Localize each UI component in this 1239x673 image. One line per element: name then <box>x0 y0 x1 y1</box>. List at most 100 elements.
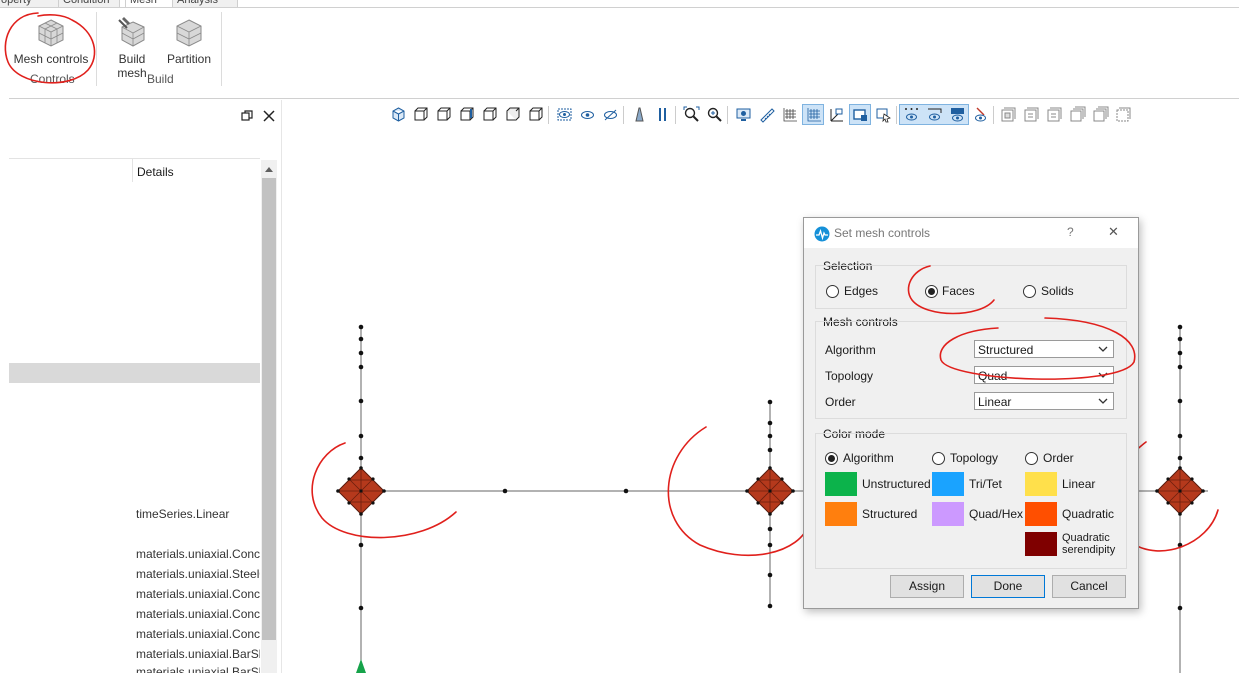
show-nodes-icon[interactable] <box>903 106 920 123</box>
swatch-tri-tet <box>932 472 964 496</box>
done-button[interactable]: Done <box>971 575 1045 598</box>
tree-row-detail: materials.uniaxial.Conc <box>136 547 260 561</box>
select-box-icon[interactable] <box>852 106 869 123</box>
assign-button[interactable]: Assign <box>890 575 964 598</box>
radio-color-order-label[interactable]: Order <box>1043 451 1074 465</box>
layer-icon-5[interactable] <box>1092 106 1109 123</box>
ribbon-divider <box>0 7 1239 8</box>
topology-label: Topology <box>825 369 874 383</box>
order-value: Linear <box>978 395 1012 409</box>
view-left-icon[interactable] <box>458 106 475 123</box>
view-bottom-icon[interactable] <box>527 106 544 123</box>
close-icon[interactable]: ✕ <box>1108 224 1119 240</box>
hide-icon[interactable] <box>602 106 619 123</box>
hammer-cube-icon <box>118 17 145 47</box>
toolbar-separator <box>548 106 549 124</box>
show-faces-icon[interactable] <box>949 106 966 123</box>
perspective-icon[interactable] <box>631 106 648 123</box>
legend-quadratic: Quadratic <box>1062 507 1115 521</box>
layer-icon-6[interactable] <box>1115 106 1132 123</box>
view-right-icon[interactable] <box>481 106 498 123</box>
layer-icon-3[interactable] <box>1046 106 1063 123</box>
orthographic-icon[interactable] <box>654 106 671 123</box>
radio-color-order[interactable] <box>1025 452 1038 465</box>
radio-color-algorithm-label[interactable]: Algorithm <box>843 451 894 465</box>
algorithm-label: Algorithm <box>825 343 876 357</box>
partition-button[interactable]: Partition <box>166 18 212 66</box>
close-panel-icon[interactable] <box>263 110 275 122</box>
swatch-linear <box>1025 472 1057 496</box>
help-icon[interactable]: ? <box>1067 225 1074 239</box>
joint-mesh-middle[interactable] <box>745 466 795 516</box>
show-icon[interactable] <box>579 106 596 123</box>
legend-tri-tet: Tri/Tet <box>969 477 1002 491</box>
show-solids-icon[interactable] <box>972 106 989 123</box>
order-label: Order <box>825 395 856 409</box>
scrollbar[interactable] <box>261 160 277 673</box>
radio-color-topology-label[interactable]: Topology <box>950 451 998 465</box>
build-mesh-button[interactable]: Build mesh <box>103 16 161 80</box>
dialog-titlebar[interactable]: Set mesh controls ? ✕ <box>804 218 1138 248</box>
joint-mesh-right[interactable] <box>1155 466 1205 516</box>
measure-icon[interactable] <box>758 106 775 123</box>
legend-unstructured: Unstructured <box>862 477 931 491</box>
zoom-fit-icon[interactable] <box>683 106 700 123</box>
legend-linear: Linear <box>1062 477 1096 491</box>
group-label-build: Build <box>147 72 174 86</box>
cancel-button[interactable]: Cancel <box>1052 575 1126 598</box>
toolbar-separator <box>675 106 676 124</box>
layer-icon-1[interactable] <box>1000 106 1017 123</box>
show-selection-icon[interactable] <box>556 106 573 123</box>
column-header-details[interactable]: Details <box>137 165 174 179</box>
selected-tree-row[interactable] <box>9 363 260 383</box>
tree-row-detail: materials.uniaxial.BarSli <box>136 647 260 661</box>
header-line <box>9 158 260 159</box>
column-divider <box>132 158 133 182</box>
radio-edges-label[interactable]: Edges <box>844 284 878 298</box>
select-cursor-icon[interactable] <box>875 106 892 123</box>
red-annotation-mesh-controls <box>4 12 96 84</box>
view-back-icon[interactable] <box>435 106 452 123</box>
tree-row-detail: materials.uniaxial.Conc <box>136 587 260 601</box>
legend-quadratic-serendipity: Quadratic serendipity <box>1062 532 1116 556</box>
legend-structured: Structured <box>862 507 918 521</box>
order-select[interactable]: Linear <box>974 392 1114 410</box>
ribbon-separator <box>221 12 222 86</box>
swatch-structured <box>825 502 857 526</box>
chevron-down-icon <box>1098 398 1108 404</box>
tree-row-detail: materials.uniaxial.Conc <box>136 627 260 641</box>
swatch-unstructured <box>825 472 857 496</box>
partition-label: Partition <box>166 52 212 66</box>
radio-color-algorithm[interactable] <box>825 452 838 465</box>
joint-mesh-left[interactable] <box>336 466 386 516</box>
grid-icon[interactable] <box>781 106 798 123</box>
radio-edges[interactable] <box>826 285 839 298</box>
legend-quad-hex: Quad/Hex <box>969 507 1024 521</box>
show-edges-icon[interactable] <box>926 106 943 123</box>
layer-icon-4[interactable] <box>1069 106 1086 123</box>
swatch-quadratic <box>1025 502 1057 526</box>
scrollbar-thumb[interactable] <box>262 178 276 640</box>
swatch-quadratic-serendipity <box>1025 532 1057 556</box>
dialog-title: Set mesh controls <box>834 226 931 240</box>
restore-window-icon[interactable] <box>241 110 253 122</box>
tree-row-detail: materials.uniaxial.Conc <box>136 607 260 621</box>
toolbar-separator <box>896 106 897 124</box>
grid-snap-icon[interactable] <box>805 106 822 123</box>
radio-color-topology[interactable] <box>932 452 945 465</box>
view-front-icon[interactable] <box>412 106 429 123</box>
partition-cube-icon <box>176 19 202 47</box>
app-logo-icon <box>814 226 830 242</box>
view-top-icon[interactable] <box>504 106 521 123</box>
red-annotation-dialog <box>907 265 1136 380</box>
tree-row-detail: materials.uniaxial.BarSli <box>136 665 260 673</box>
layer-icon-2[interactable] <box>1023 106 1040 123</box>
axes-icon[interactable] <box>828 106 845 123</box>
screenshot-icon[interactable] <box>735 106 752 123</box>
workspace-top-border <box>9 98 1239 99</box>
toolbar-separator <box>623 106 624 124</box>
toolbar-separator <box>993 106 994 124</box>
scroll-up-icon[interactable] <box>265 166 273 172</box>
zoom-icon[interactable] <box>706 106 723 123</box>
view-iso-icon[interactable] <box>390 106 407 123</box>
